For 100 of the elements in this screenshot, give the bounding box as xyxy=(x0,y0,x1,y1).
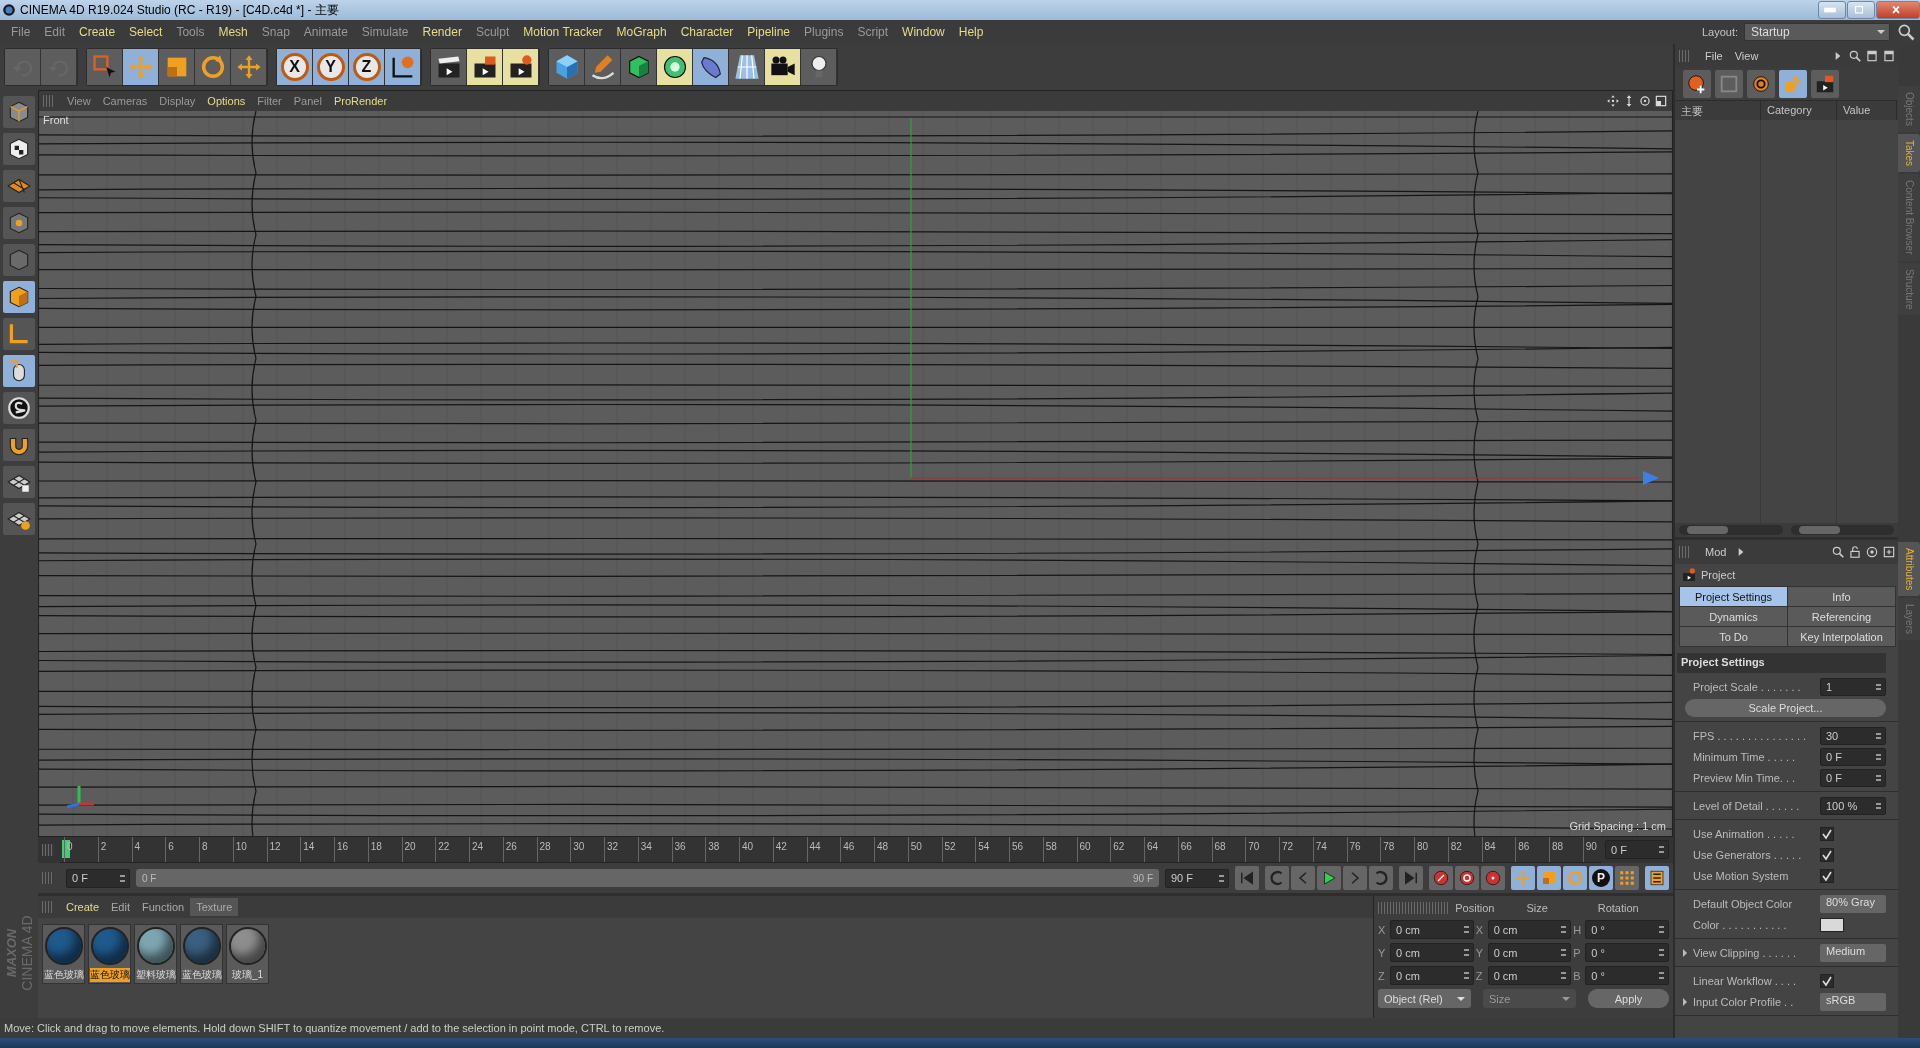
menu-item[interactable]: Edit xyxy=(37,25,73,39)
scrollbar[interactable] xyxy=(1790,525,1894,535)
workplane-lock-button[interactable] xyxy=(3,466,35,498)
checkbox[interactable] xyxy=(1820,973,1834,988)
solo-button[interactable] xyxy=(3,392,35,424)
coordinate-field[interactable]: 0 ° xyxy=(1585,943,1669,962)
pen-button[interactable] xyxy=(585,49,621,85)
parameter-key-button[interactable]: P xyxy=(1589,866,1613,890)
new-window-icon[interactable] xyxy=(1882,545,1896,559)
menu-item[interactable]: Mesh xyxy=(211,25,255,39)
coordinate-system-button[interactable] xyxy=(385,49,421,85)
property-field[interactable]: 0 F xyxy=(1820,768,1886,787)
tab[interactable]: Info xyxy=(1788,587,1895,606)
menu-item[interactable]: Help xyxy=(951,25,991,39)
color-swatch[interactable] xyxy=(1820,917,1844,932)
menu-item[interactable]: Create xyxy=(60,898,106,916)
coordinate-mode-dropdown[interactable]: Object (Rel) xyxy=(1378,989,1471,1008)
tab[interactable]: Project Settings xyxy=(1680,587,1787,606)
menu-item[interactable]: Simulate xyxy=(354,25,416,39)
target-icon[interactable] xyxy=(1865,545,1879,559)
menu-item[interactable]: Window xyxy=(895,25,952,39)
menu-item[interactable]: Mod xyxy=(1701,546,1731,558)
checkbox[interactable] xyxy=(1820,847,1834,862)
record-button[interactable] xyxy=(1429,866,1453,890)
property-dropdown[interactable]: Medium xyxy=(1820,943,1886,962)
play-button[interactable] xyxy=(1317,866,1341,890)
start-frame-field[interactable]: 0 F xyxy=(66,868,130,888)
subdivision-button[interactable] xyxy=(621,49,657,85)
points-mode-button[interactable] xyxy=(3,207,35,239)
playhead[interactable] xyxy=(62,840,70,858)
go-to-end-button[interactable] xyxy=(1399,866,1423,890)
scale-tool-button[interactable] xyxy=(159,49,195,85)
minimize-button[interactable] xyxy=(1818,1,1846,19)
menu-item[interactable]: Plugins xyxy=(797,25,851,39)
axis-lock-button[interactable]: Y xyxy=(313,49,349,85)
panel-icon[interactable] xyxy=(1865,49,1879,63)
scale-project-button[interactable]: Scale Project... xyxy=(1685,698,1886,717)
autokey-button[interactable] xyxy=(1455,866,1479,890)
menu-item[interactable]: Tools xyxy=(169,25,212,39)
rotate-tool-button[interactable] xyxy=(195,49,231,85)
maximize-button[interactable] xyxy=(1847,1,1875,19)
side-tab[interactable]: Attributes xyxy=(1898,542,1920,597)
checkbox[interactable] xyxy=(1820,868,1834,883)
menu-item[interactable]: Options xyxy=(201,95,252,107)
panel-icon[interactable] xyxy=(1882,49,1896,63)
next-key-button[interactable] xyxy=(1369,866,1393,890)
floor-button[interactable] xyxy=(729,49,765,85)
grid-snap-button[interactable] xyxy=(3,503,35,535)
menu-item[interactable]: View xyxy=(1730,50,1763,62)
menu-item[interactable]: Animate xyxy=(296,25,355,39)
search-icon[interactable] xyxy=(1831,545,1845,559)
coordinate-field[interactable]: 0 ° xyxy=(1585,966,1669,985)
camera-button[interactable] xyxy=(765,49,801,85)
coordinate-field[interactable]: 0 cm xyxy=(1487,920,1572,939)
selection-tool-button[interactable] xyxy=(87,49,123,85)
coordinate-field[interactable]: 0 cm xyxy=(1487,966,1572,985)
cloner-button[interactable] xyxy=(657,49,693,85)
menu-item[interactable]: Snap xyxy=(254,25,297,39)
menu-item[interactable]: Texture xyxy=(190,898,239,916)
menu-item[interactable]: Motion Tracker xyxy=(516,25,610,39)
menu-item[interactable]: Select xyxy=(122,25,170,39)
move-view-icon[interactable] xyxy=(1606,94,1620,108)
property-dropdown[interactable]: 80% Gray xyxy=(1820,894,1886,913)
current-frame-field[interactable]: 0 F xyxy=(1605,840,1669,859)
render-take-button[interactable] xyxy=(1811,70,1839,98)
menu-item[interactable]: Create xyxy=(72,25,123,39)
light-button[interactable] xyxy=(801,49,837,85)
tab[interactable]: To Do xyxy=(1680,627,1787,646)
property-dropdown[interactable]: sRGB xyxy=(1820,992,1886,1011)
move-tool-button[interactable] xyxy=(123,49,159,85)
coordinate-field[interactable]: 0 cm xyxy=(1390,920,1474,939)
keyframe-selection-button[interactable] xyxy=(1481,866,1505,890)
take-mode-button[interactable] xyxy=(1747,70,1775,98)
texture-mode-button[interactable] xyxy=(3,133,35,165)
layout-dropdown[interactable]: Startup xyxy=(1744,23,1890,41)
go-to-start-button[interactable] xyxy=(1235,866,1259,890)
coordinate-field[interactable]: 0 cm xyxy=(1487,943,1572,962)
menu-item[interactable]: Edit xyxy=(105,898,136,916)
snap-button[interactable] xyxy=(3,429,35,461)
end-frame-field[interactable]: 90 F xyxy=(1165,868,1229,888)
material-swatch[interactable]: 蓝色玻璃 xyxy=(88,924,131,984)
point-level-button[interactable] xyxy=(1615,866,1639,890)
checkbox[interactable] xyxy=(1820,826,1834,841)
axis-lock-button[interactable]: Z xyxy=(349,49,385,85)
transform-tool-button[interactable] xyxy=(231,49,267,85)
viewport[interactable]: Front Grid Spacing : 1 cm xyxy=(39,111,1672,836)
previous-key-button[interactable] xyxy=(1265,866,1289,890)
apply-button[interactable]: Apply xyxy=(1588,989,1669,1008)
edges-mode-button[interactable] xyxy=(3,244,35,276)
coordinate-field[interactable]: 0 cm xyxy=(1390,943,1474,962)
axis-mode-button[interactable] xyxy=(3,318,35,350)
timeline-button[interactable] xyxy=(1645,866,1669,890)
coordinate-field[interactable]: 0 ° xyxy=(1585,920,1669,939)
menu-item[interactable]: Render xyxy=(415,25,469,39)
model-mode-button[interactable] xyxy=(3,96,35,128)
search-icon[interactable] xyxy=(1896,22,1916,42)
render-view-button[interactable] xyxy=(431,49,467,85)
add-take-button[interactable] xyxy=(1683,70,1711,98)
property-field[interactable]: 0 F xyxy=(1820,747,1886,766)
material-swatch[interactable]: 塑料玻璃 xyxy=(134,924,177,984)
